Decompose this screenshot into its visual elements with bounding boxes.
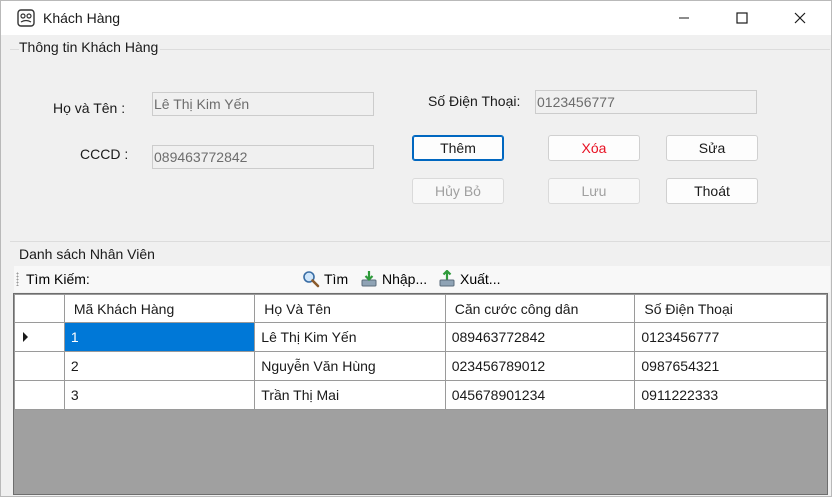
table-cell[interactable]: Nguyễn Văn Hùng <box>254 351 446 381</box>
row-header[interactable] <box>14 351 65 381</box>
maximize-icon <box>736 12 748 24</box>
save-button[interactable]: Lưu <box>548 178 640 204</box>
cccd-input[interactable] <box>154 149 374 165</box>
table-row[interactable]: 2 Nguyễn Văn Hùng 023456789012 098765432… <box>14 351 827 381</box>
header-row: Mã Khách Hàng Họ Và Tên Căn cước công dâ… <box>14 294 827 323</box>
find-label: Tìm <box>324 271 349 287</box>
export-label: Xuất... <box>460 271 501 287</box>
magnifier-icon <box>303 271 320 288</box>
column-header-name[interactable]: Họ Và Tên <box>254 294 446 323</box>
export-button[interactable]: Xuất... <box>438 270 500 288</box>
table-cell[interactable]: 1 <box>63 322 256 352</box>
cccd-field[interactable] <box>152 145 374 169</box>
customer-window: Khách Hàng Thông tin Khách Hàng Họ và Tê… <box>0 0 832 497</box>
column-header-phone[interactable]: Số Điện Thoại <box>634 294 827 323</box>
close-button[interactable] <box>771 1 829 35</box>
minimize-icon <box>679 17 689 19</box>
phone-label: Số Điện Thoại: <box>428 93 521 109</box>
delete-button[interactable]: Xóa <box>548 135 640 161</box>
import-label: Nhập... <box>382 271 428 287</box>
table-cell[interactable]: 2 <box>63 351 256 381</box>
table-cell[interactable]: 045678901234 <box>444 380 636 410</box>
maximize-button[interactable] <box>713 1 771 35</box>
exit-button[interactable]: Thoát <box>666 178 758 204</box>
table-cell[interactable]: 023456789012 <box>444 351 636 381</box>
info-group-title: Thông tin Khách Hàng <box>19 39 161 55</box>
table-cell[interactable]: 3 <box>63 380 256 410</box>
column-header-cccd[interactable]: Căn cước công dân <box>444 294 636 323</box>
search-label: Tìm Kiếm: <box>26 271 90 287</box>
table-cell[interactable]: 0911222333 <box>634 380 827 410</box>
column-header-id[interactable]: Mã Khách Hàng <box>63 294 256 323</box>
edit-button[interactable]: Sửa <box>666 135 758 161</box>
toolbar-grip[interactable] <box>16 272 19 286</box>
phone-input[interactable] <box>537 94 757 110</box>
name-input[interactable] <box>154 96 374 112</box>
minimize-button[interactable] <box>655 1 713 35</box>
name-field[interactable] <box>152 92 374 116</box>
table-cell[interactable]: Trần Thị Mai <box>254 380 446 410</box>
window-title: Khách Hàng <box>43 10 121 26</box>
find-button[interactable]: Tìm <box>302 270 348 288</box>
title-bar[interactable]: Khách Hàng <box>1 1 831 35</box>
list-group-title: Danh sách Nhân Viên <box>19 246 157 262</box>
corner-header[interactable] <box>14 294 65 323</box>
table-row[interactable]: 1 Lê Thị Kim Yến 089463772842 0123456777 <box>14 322 827 352</box>
name-label: Họ và Tên : <box>53 100 126 116</box>
phone-field[interactable] <box>535 90 757 114</box>
app-icon <box>17 9 35 27</box>
import-button[interactable]: Nhập... <box>360 270 427 288</box>
table-row[interactable]: 3 Trần Thị Mai 045678901234 0911222333 <box>14 380 827 410</box>
row-header[interactable] <box>14 322 65 352</box>
toolbar: Tìm Kiếm: Tìm Nhập... Xuất... <box>14 266 830 292</box>
table-cell[interactable]: 089463772842 <box>444 322 636 352</box>
current-row-arrow-icon <box>23 332 28 342</box>
list-group-border <box>10 241 830 242</box>
close-icon <box>794 12 806 24</box>
table-cell[interactable]: Lê Thị Kim Yến <box>254 322 446 352</box>
import-icon <box>361 271 377 287</box>
row-header[interactable] <box>14 380 65 410</box>
add-button[interactable]: Thêm <box>412 135 504 161</box>
export-icon <box>439 270 455 287</box>
cccd-label: CCCD : <box>80 146 129 162</box>
cancel-button[interactable]: Hủy Bỏ <box>412 178 504 204</box>
search-field[interactable] <box>92 269 302 289</box>
table-cell[interactable]: 0987654321 <box>634 351 827 381</box>
customer-table: Mã Khách Hàng Họ Và Tên Căn cước công dâ… <box>14 294 827 410</box>
table-cell[interactable]: 0123456777 <box>634 322 827 352</box>
customer-grid[interactable]: Mã Khách Hàng Họ Và Tên Căn cước công dâ… <box>13 293 828 495</box>
